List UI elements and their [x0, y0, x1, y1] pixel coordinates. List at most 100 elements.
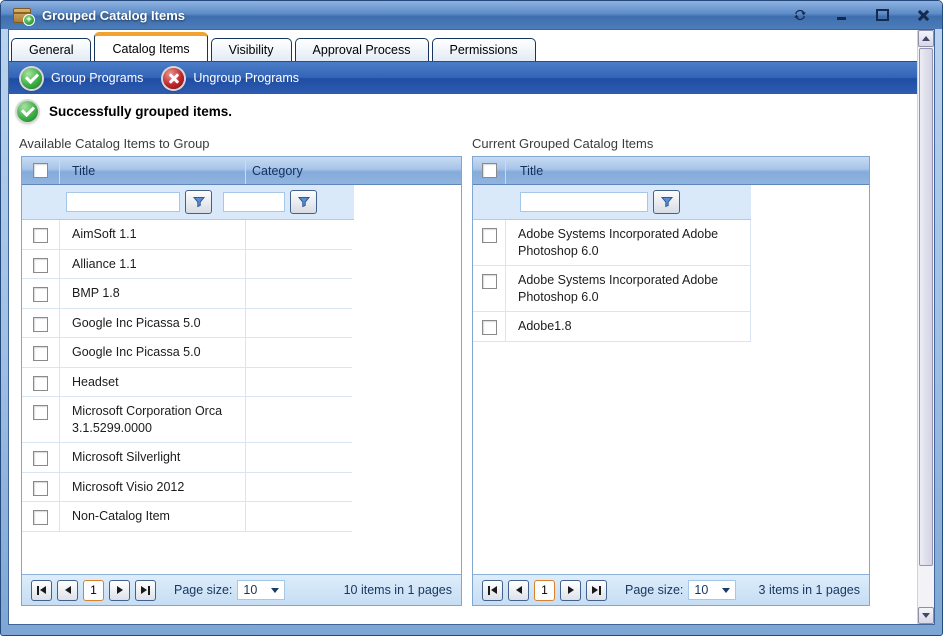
window-title: Grouped Catalog Items	[42, 8, 185, 23]
dialog-content: General Catalog Items VisibilityApproval P…	[8, 29, 935, 625]
row-checkbox-cell	[473, 312, 506, 341]
scrollbar-track[interactable]	[918, 567, 934, 607]
title-filter-input[interactable]	[520, 192, 648, 212]
row-checkbox[interactable]	[33, 481, 48, 496]
row-checkbox[interactable]	[33, 258, 48, 273]
pager-page-button[interactable]: 1	[83, 580, 104, 601]
row-checkbox[interactable]	[482, 228, 497, 243]
row-checkbox[interactable]	[482, 320, 497, 335]
row-checkbox[interactable]	[33, 510, 48, 525]
row-checkbox-cell	[22, 220, 60, 249]
tab-general[interactable]: General	[11, 38, 91, 61]
row-checkbox-cell	[22, 309, 60, 338]
row-category	[246, 250, 352, 279]
tab-approval-process[interactable]: Approval Process	[295, 38, 429, 61]
title-bar: + Grouped Catalog Items	[1, 1, 942, 29]
row-checkbox[interactable]	[33, 228, 48, 243]
grid-header: Title Category	[22, 157, 461, 185]
left-pager: 1 Page size: 10 10 items in 1 pages	[22, 574, 461, 605]
group-programs-label: Group Programs	[51, 71, 143, 85]
refresh-icon[interactable]	[793, 8, 807, 22]
row-title: BMP 1.8	[60, 279, 246, 308]
table-row: Adobe1.8	[473, 312, 751, 342]
row-checkbox-cell	[473, 220, 506, 265]
select-all-checkbox[interactable]	[482, 163, 497, 178]
grid-rows: AimSoft 1.1Alliance 1.1BMP 1.8Google Inc…	[22, 220, 461, 574]
page-size-value: 10	[694, 583, 708, 597]
maximize-icon[interactable]	[875, 8, 889, 22]
tab-visibility[interactable]: Visibility	[211, 38, 292, 61]
pager-next-button[interactable]	[560, 580, 581, 601]
pager-page-button[interactable]: 1	[534, 580, 555, 601]
status-message: Successfully grouped items.	[17, 101, 232, 122]
category-filter-button[interactable]	[290, 190, 317, 214]
scrollbar-thumb[interactable]	[919, 48, 933, 566]
page-size-select[interactable]: 10	[237, 580, 285, 600]
pager-prev-button[interactable]	[57, 580, 78, 601]
ungroup-programs-button[interactable]: Ungroup Programs	[163, 68, 299, 89]
row-category	[246, 397, 352, 442]
right-grid-label: Current Grouped Catalog Items	[472, 136, 653, 151]
vertical-scrollbar[interactable]	[917, 30, 934, 624]
column-header-category[interactable]: Category	[246, 157, 461, 184]
row-category	[246, 443, 352, 472]
row-title: Microsoft Visio 2012	[60, 473, 246, 502]
row-checkbox[interactable]	[33, 451, 48, 466]
tab-label: Permissions	[450, 43, 518, 57]
row-checkbox[interactable]	[33, 376, 48, 391]
column-header-title[interactable]: Title	[60, 157, 246, 184]
right-pager: 1 Page size: 10 3 items in 1 pages	[473, 574, 869, 605]
table-row: Microsoft Corporation Orca 3.1.5299.0000	[22, 397, 352, 443]
row-title: Microsoft Silverlight	[60, 443, 246, 472]
table-row: Microsoft Visio 2012	[22, 473, 352, 503]
pager-prev-button[interactable]	[508, 580, 529, 601]
available-items-grid: Title Category	[21, 156, 462, 606]
pager-last-button[interactable]	[135, 580, 156, 601]
page-size-label: Page size:	[174, 583, 232, 597]
scroll-down-icon[interactable]	[918, 607, 934, 624]
close-icon[interactable]	[916, 8, 930, 22]
tab-strip: General Catalog Items VisibilityApproval P…	[9, 30, 917, 61]
row-checkbox[interactable]	[33, 317, 48, 332]
row-checkbox[interactable]	[33, 346, 48, 361]
row-category	[246, 220, 352, 249]
pager-first-button[interactable]	[31, 580, 52, 601]
items-summary: 10 items in 1 pages	[344, 583, 452, 597]
row-checkbox[interactable]	[33, 405, 48, 420]
pager-last-button[interactable]	[586, 580, 607, 601]
row-title: Microsoft Corporation Orca 3.1.5299.0000	[60, 397, 246, 442]
filter-row	[473, 185, 869, 220]
tab-label: General	[29, 43, 73, 57]
column-header-title[interactable]: Title	[506, 157, 869, 184]
pager-next-button[interactable]	[109, 580, 130, 601]
row-checkbox[interactable]	[33, 287, 48, 302]
table-row: Adobe Systems Incorporated Adobe Photosh…	[473, 220, 751, 266]
group-programs-button[interactable]: Group Programs	[21, 68, 143, 89]
row-title: Non-Catalog Item	[60, 502, 246, 531]
title-filter-input[interactable]	[66, 192, 180, 212]
row-category	[246, 473, 352, 502]
tab-label: Catalog Items	[112, 42, 189, 56]
row-checkbox[interactable]	[482, 274, 497, 289]
row-checkbox-cell	[22, 338, 60, 367]
page-size-value: 10	[243, 583, 257, 597]
tab-permissions[interactable]: Permissions	[432, 38, 536, 61]
select-all-checkbox[interactable]	[33, 163, 48, 178]
page-size-select[interactable]: 10	[688, 580, 736, 600]
row-checkbox-cell	[22, 368, 60, 397]
header-checkbox-cell	[473, 157, 506, 184]
table-row: BMP 1.8	[22, 279, 352, 309]
minimize-icon[interactable]	[834, 8, 848, 22]
row-title: Google Inc Picassa 5.0	[60, 309, 246, 338]
row-checkbox-cell	[22, 473, 60, 502]
row-title: AimSoft 1.1	[60, 220, 246, 249]
dialog-window: + Grouped Catalog Items General Catalog I…	[0, 0, 943, 636]
scroll-up-icon[interactable]	[918, 30, 934, 47]
tab-catalog-items[interactable]: Catalog Items	[94, 32, 207, 61]
category-filter-input[interactable]	[223, 192, 285, 212]
title-filter-button[interactable]	[653, 190, 680, 214]
left-grid-label: Available Catalog Items to Group	[19, 136, 210, 151]
title-filter-button[interactable]	[185, 190, 212, 214]
filter-row	[22, 185, 461, 220]
pager-first-button[interactable]	[482, 580, 503, 601]
